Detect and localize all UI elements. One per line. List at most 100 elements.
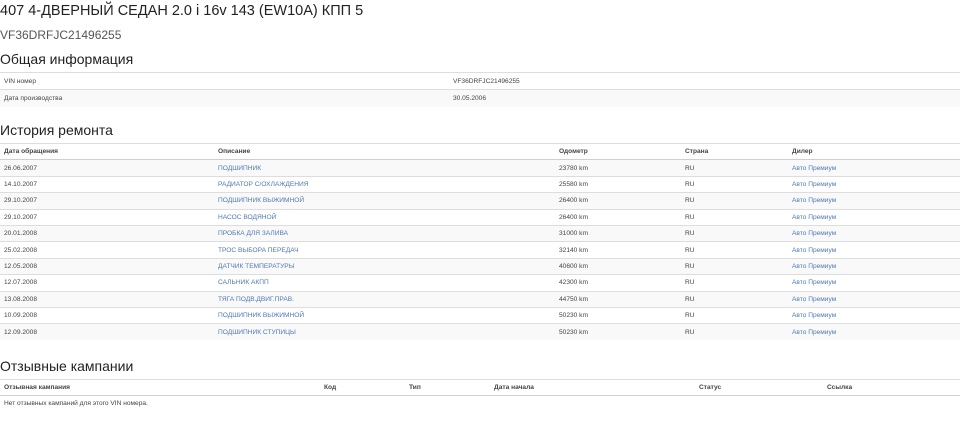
history-country: RU <box>685 312 695 320</box>
history-description: ТЯГА ПОДВ.ДВИГ.ПРАВ. <box>214 291 555 308</box>
page-title: 407 4-ДВЕРНЫЙ СЕДАН 2.0 i 16v 143 (EW10A… <box>0 3 364 19</box>
history-date: 12.09.2008 <box>0 323 214 341</box>
history-dealer-link[interactable]: Авто Премиум <box>792 214 836 221</box>
history-date: 20.01.2008 <box>0 225 214 242</box>
history-dealer: Авто Премиум <box>788 159 960 177</box>
history-column-header: Описание <box>218 148 251 156</box>
history-description: ПРОБКА ДЛЯ ЗАЛИВА <box>214 225 555 242</box>
history-row: 12.05.2008 ДАТЧИК ТЕМПЕРАТУРЫ 40600 km RU Ав… <box>0 258 960 275</box>
history-description-link[interactable]: ТРОС ВЫБОРА ПЕРЕДАЧ <box>218 247 298 254</box>
history-row: 12.09.2008 ПОДШИПНИК СТУПИЦЫ 50230 km RU Авт… <box>0 323 960 341</box>
history-dealer: Авто Премиум <box>788 323 960 341</box>
history-column-header: Страна <box>685 148 709 156</box>
history-dealer-link[interactable]: Авто Премиум <box>792 181 836 188</box>
info-row: Дата производства 30.05.2006 <box>0 89 960 107</box>
history-date: 26.06.2007 <box>0 159 214 177</box>
history-dealer: Авто Премиум <box>788 242 960 258</box>
history-dealer-link[interactable]: Авто Премиум <box>792 197 836 204</box>
history-odometer: 40600 km <box>555 258 681 275</box>
history-description: РАДИАТОР С/ОХЛАЖДЕНИЯ <box>214 176 555 192</box>
history-country: RU <box>681 323 788 341</box>
history-description-link[interactable]: ПОДШИПНИК СТУПИЦЫ <box>218 329 296 336</box>
history-description: НАСОС ВОДЯНОЙ <box>214 209 555 225</box>
history-odometer: 50230 km <box>555 323 681 341</box>
campaigns-column-header: Код <box>324 384 337 391</box>
history-dealer: Авто Премиум <box>788 225 960 242</box>
history-description-link[interactable]: ПОДШИПНИК ВЫЖИМНОЙ <box>218 197 304 204</box>
history-row: 14.10.2007 РАДИАТОР С/ОХЛАЖДЕНИЯ 25580 km R… <box>0 176 960 192</box>
campaigns-column-header: Дата начала <box>494 384 534 391</box>
history-description-link[interactable]: ДАТЧИК ТЕМПЕРАТУРЫ <box>218 263 295 270</box>
history-description-link[interactable]: РАДИАТОР С/ОХЛАЖДЕНИЯ <box>218 181 309 188</box>
campaigns-empty-text: Нет отзывных кампаний для этого VIN номе… <box>4 400 148 408</box>
history-country: RU <box>685 213 695 221</box>
history-dealer: Авто Премиум <box>788 307 960 323</box>
history-description-link[interactable]: ПОДШИПНИК ВЫЖИМНОЙ <box>218 312 304 319</box>
history-dealer: Авто Премиум <box>788 209 960 225</box>
recall-campaigns-heading: Отзывные кампании <box>0 358 134 374</box>
history-description: ПОДШИПНИК ВЫЖИМНОЙ <box>214 307 555 323</box>
history-country: RU <box>685 246 695 254</box>
history-dealer: Авто Премиум <box>788 275 960 291</box>
history-dealer-link[interactable]: Авто Премиум <box>792 296 836 303</box>
history-date: 29.10.2007 <box>0 192 214 210</box>
history-country: RU <box>681 291 788 308</box>
vin-subtitle: VF36DRFJC21496255 <box>0 28 122 42</box>
history-dealer-link[interactable]: Авто Премиум <box>792 165 836 172</box>
history-odometer: 23780 km <box>555 159 681 177</box>
history-dealer: Авто Премиум <box>788 291 960 308</box>
history-description-link[interactable]: ПРОБКА ДЛЯ ЗАЛИВА <box>218 230 288 237</box>
history-date: 10.09.2008 <box>4 312 38 320</box>
history-dealer-link[interactable]: Авто Премиум <box>792 329 836 336</box>
history-description: ПОДШИПНИК ВЫЖИМНОЙ <box>214 192 555 210</box>
history-description: САЛЬНИК АКПП <box>214 275 555 291</box>
history-description-link[interactable]: САЛЬНИК АКПП <box>218 279 269 286</box>
history-row: 29.10.2007 НАСОС ВОДЯНОЙ 26400 km RU Авто Пр… <box>0 209 960 225</box>
campaigns-column-header: Ссылка <box>827 384 853 391</box>
history-odometer: 42300 km <box>559 279 588 287</box>
history-row: 12.07.2008 САЛЬНИК АКПП 42300 km RU Авто Пре… <box>0 274 960 291</box>
history-odometer: 26400 km <box>555 192 681 210</box>
history-odometer: 50230 km <box>559 312 588 320</box>
history-dealer-link[interactable]: Авто Премиум <box>792 263 836 270</box>
history-dealer-link[interactable]: Авто Премиум <box>792 279 836 286</box>
history-row: 29.10.2007 ПОДШИПНИК ВЫЖИМНОЙ 26400 km RU Ав… <box>0 192 960 210</box>
history-country: RU <box>681 225 788 242</box>
history-dealer-link[interactable]: Авто Премиум <box>792 247 836 254</box>
history-column-header: Дилер <box>792 148 813 156</box>
campaigns-empty-row: Нет отзывных кампаний для этого VIN номе… <box>0 395 960 412</box>
history-dealer: Авто Премиум <box>788 258 960 275</box>
history-description-link[interactable]: ТЯГА ПОДВ.ДВИГ.ПРАВ. <box>218 296 294 303</box>
history-dealer-link[interactable]: Авто Премиум <box>792 230 836 237</box>
general-info-table: VIN номер VF36DRFJC21496255 Дата производс… <box>0 72 960 107</box>
history-date: 29.10.2007 <box>4 213 38 221</box>
history-country: RU <box>685 180 695 188</box>
history-dealer-link[interactable]: Авто Премиум <box>792 312 836 319</box>
info-value: VF36DRFJC21496255 <box>453 77 520 85</box>
history-description: ДАТЧИК ТЕМПЕРАТУРЫ <box>214 258 555 275</box>
history-dealer: Авто Премиум <box>788 176 960 192</box>
history-row: 25.02.2008 ТРОС ВЫБОРА ПЕРЕДАЧ 32140 km RU А… <box>0 241 960 258</box>
history-row: 20.01.2008 ПРОБКА ДЛЯ ЗАЛИВА 31000 km RU Авт… <box>0 225 960 242</box>
history-description-link[interactable]: ПОДШИПНИК <box>218 165 261 172</box>
history-odometer: 26400 km <box>559 213 588 221</box>
history-date: 12.07.2008 <box>4 279 38 287</box>
info-label: VIN номер <box>4 77 36 85</box>
history-odometer: 44750 km <box>555 291 681 308</box>
campaigns-column-header: Тип <box>409 384 421 391</box>
history-country: RU <box>681 192 788 210</box>
history-row: 10.09.2008 ПОДШИПНИК ВЫЖИМНОЙ 50230 km RU Ав… <box>0 307 960 323</box>
history-dealer: Авто Премиум <box>788 192 960 210</box>
history-odometer: 32140 km <box>559 246 588 254</box>
history-odometer: 25580 km <box>559 180 588 188</box>
campaigns-header-row: Отзывная кампания Код Тип Дата начала Статус… <box>0 379 960 396</box>
history-date: 25.02.2008 <box>4 246 38 254</box>
history-description: ПОДШИПНИК <box>214 159 555 177</box>
history-column-header: Дата обращения <box>4 148 59 156</box>
repair-history-heading: История ремонта <box>0 122 113 138</box>
campaigns-column-header: Статус <box>699 384 722 391</box>
history-description: ТРОС ВЫБОРА ПЕРЕДАЧ <box>214 242 555 258</box>
history-description-link[interactable]: НАСОС ВОДЯНОЙ <box>218 214 276 221</box>
history-country: RU <box>681 258 788 275</box>
history-row: 13.08.2008 ТЯГА ПОДВ.ДВИГ.ПРАВ. 44750 km RU… <box>0 291 960 308</box>
